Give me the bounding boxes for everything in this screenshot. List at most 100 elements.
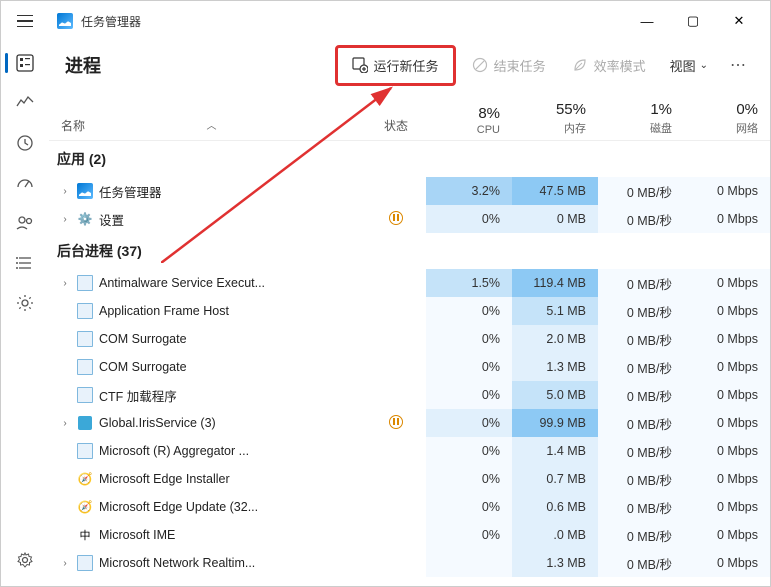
end-task-label: 结束任务 [494, 56, 546, 75]
process-name: Microsoft Network Realtim... [99, 556, 366, 570]
table-row[interactable]: Application Frame Host0%5.1 MB0 MB/秒0 Mb… [49, 297, 770, 325]
memory-cell: 5.1 MB [512, 297, 598, 325]
memory-cell: 5.0 MB [512, 381, 598, 409]
table-row[interactable]: COM Surrogate0%2.0 MB0 MB/秒0 Mbps [49, 325, 770, 353]
process-name: Microsoft IME [99, 528, 366, 542]
expand-icon[interactable]: › [57, 278, 73, 289]
window-controls: — ▢ ✕ [624, 5, 762, 37]
disk-cell: 0 MB/秒 [598, 297, 684, 325]
table-row[interactable]: › Global.IrisService (3) 0%99.9 MB0 MB/秒0 … [49, 409, 770, 437]
disk-cell: 0 MB/秒 [598, 353, 684, 381]
process-name: CTF 加载程序 [99, 386, 366, 405]
header-memory[interactable]: 55% 内存 [512, 101, 598, 140]
process-name: Application Frame Host [99, 304, 366, 318]
performance-icon [16, 94, 34, 112]
expand-icon[interactable]: › [57, 418, 73, 429]
history-icon [16, 134, 34, 152]
hamburger-icon [17, 15, 33, 28]
expand-icon[interactable]: › [57, 214, 73, 225]
more-button[interactable]: ⋯ [722, 51, 754, 79]
view-button[interactable]: 视图 ⌄ [662, 50, 716, 81]
maximize-button[interactable]: ▢ [670, 5, 716, 37]
nav-startup[interactable] [5, 165, 45, 201]
disk-cell: 0 MB/秒 [598, 269, 684, 297]
memory-cell: 99.9 MB [512, 409, 598, 437]
page-title: 进程 [65, 52, 101, 78]
disk-cell: 0 MB/秒 [598, 381, 684, 409]
disk-cell: 0 MB/秒 [598, 409, 684, 437]
process-list[interactable]: 应用 (2) ›任务管理器3.2%47.5 MB0 MB/秒0 Mbps›⚙️设… [49, 141, 770, 586]
app-title: 任务管理器 [81, 13, 141, 30]
nav-services[interactable] [5, 285, 45, 321]
network-cell: 0 Mbps [684, 493, 770, 521]
nav-settings[interactable] [5, 542, 45, 578]
cpu-cell: 0% [426, 465, 512, 493]
close-button[interactable]: ✕ [716, 5, 762, 37]
efficiency-mode-button[interactable]: 效率模式 [562, 50, 656, 81]
memory-cell: 0.6 MB [512, 493, 598, 521]
startup-icon [16, 174, 34, 192]
group-apps[interactable]: 应用 (2) [49, 141, 770, 177]
process-icon: ⚙️ [77, 211, 93, 227]
end-task-button[interactable]: 结束任务 [462, 50, 556, 81]
process-icon [77, 387, 93, 403]
nav-performance[interactable] [5, 85, 45, 121]
disk-cell: 0 MB/秒 [598, 325, 684, 353]
memory-cell: 0 MB [512, 205, 598, 233]
header-name[interactable]: ︿ 名称 [57, 117, 366, 140]
process-icon: 中 [77, 527, 93, 543]
table-row[interactable]: ›任务管理器3.2%47.5 MB0 MB/秒0 Mbps [49, 177, 770, 205]
network-cell: 0 Mbps [684, 437, 770, 465]
process-name: Microsoft Edge Update (32... [99, 500, 366, 514]
end-task-icon [472, 57, 488, 73]
table-row[interactable]: Microsoft (R) Aggregator ...0%1.4 MB0 MB… [49, 437, 770, 465]
network-cell: 0 Mbps [684, 409, 770, 437]
run-new-task-button[interactable]: 运行新任务 [335, 45, 456, 86]
memory-cell: 1.3 MB [512, 549, 598, 577]
nav-history[interactable] [5, 125, 45, 161]
nav-users[interactable] [5, 205, 45, 241]
minimize-button[interactable]: — [624, 5, 670, 37]
table-row[interactable]: 🧭Microsoft Edge Installer0%0.7 MB0 MB/秒0… [49, 465, 770, 493]
table-row[interactable]: 中Microsoft IME0%.0 MB0 MB/秒0 Mbps [49, 521, 770, 549]
table-row[interactable]: ›⚙️设置0%0 MB0 MB/秒0 Mbps [49, 205, 770, 233]
process-name: Antimalware Service Execut... [99, 276, 366, 290]
table-row[interactable]: COM Surrogate0%1.3 MB0 MB/秒0 Mbps [49, 353, 770, 381]
process-icon [77, 415, 93, 431]
status-cell [366, 415, 426, 432]
disk-cell: 0 MB/秒 [598, 465, 684, 493]
cpu-cell: 0% [426, 205, 512, 233]
table-row[interactable]: ›Antimalware Service Execut...1.5%119.4 … [49, 269, 770, 297]
chevron-down-icon: ⌄ [700, 60, 708, 71]
network-cell: 0 Mbps [684, 205, 770, 233]
nav-details[interactable] [5, 245, 45, 281]
header-cpu[interactable]: 8% CPU [426, 105, 512, 140]
details-icon [16, 254, 34, 272]
expand-icon[interactable]: › [57, 186, 73, 197]
cpu-cell: 0% [426, 521, 512, 549]
process-name: COM Surrogate [99, 332, 366, 346]
header-status[interactable]: 状态 [366, 117, 426, 140]
process-name: COM Surrogate [99, 360, 366, 374]
process-name: Global.IrisService (3) [99, 416, 366, 430]
expand-icon[interactable]: › [57, 558, 73, 569]
header-network[interactable]: 0% 网络 [684, 101, 770, 140]
table-row[interactable]: 🧭Microsoft Edge Update (32...0%0.6 MB0 M… [49, 493, 770, 521]
memory-cell: 47.5 MB [512, 177, 598, 205]
process-icon [77, 331, 93, 347]
main-content: 进程 运行新任务 结束任务 效率模式 视图 ⌄ ⋯ [49, 41, 770, 586]
cpu-cell [426, 549, 512, 577]
status-cell [366, 211, 426, 228]
group-background[interactable]: 后台进程 (37) [49, 233, 770, 269]
process-icon: 🧭 [77, 499, 93, 515]
disk-cell: 0 MB/秒 [598, 549, 684, 577]
leaf-icon [572, 57, 588, 73]
cpu-cell: 0% [426, 409, 512, 437]
table-row[interactable]: › Microsoft Network Realtim... 1.3 MB0 MB/… [49, 549, 770, 577]
process-name: 任务管理器 [99, 182, 366, 201]
header-disk[interactable]: 1% 磁盘 [598, 101, 684, 140]
network-cell: 0 Mbps [684, 549, 770, 577]
hamburger-menu[interactable] [9, 5, 41, 37]
nav-processes[interactable] [5, 45, 45, 81]
table-row[interactable]: CTF 加载程序0%5.0 MB0 MB/秒0 Mbps [49, 381, 770, 409]
